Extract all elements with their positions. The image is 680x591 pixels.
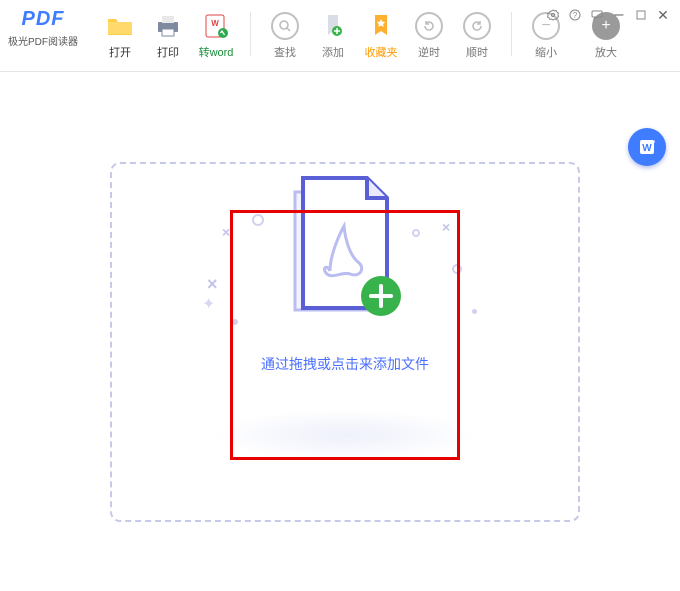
add-label: 添加	[322, 44, 344, 60]
cw-label: 顺时	[466, 44, 488, 60]
toword-label: 转word	[199, 44, 234, 60]
find-button[interactable]: 查找	[261, 8, 309, 62]
search-icon	[269, 10, 301, 42]
logo-text: PDF	[22, 8, 65, 31]
folder-icon	[104, 10, 136, 42]
zoomin-label: 放大	[595, 44, 617, 60]
x-decoration: ×	[207, 274, 218, 295]
word-convert-icon: W	[637, 137, 657, 157]
main-canvas: W × × × ✦ 通过拖拽或点击来添加文件	[0, 72, 680, 591]
print-button[interactable]: 打印	[144, 8, 192, 62]
dot-decoration	[472, 309, 477, 314]
highlight-annotation	[230, 210, 460, 460]
convert-word-float-button[interactable]: W	[628, 128, 666, 166]
toword-button[interactable]: W 转word	[192, 8, 240, 62]
maximize-button[interactable]	[634, 8, 648, 22]
x-decoration: ×	[222, 224, 230, 240]
separator	[250, 12, 251, 56]
minimize-button[interactable]: –	[612, 8, 626, 22]
favorites-button[interactable]: 收藏夹	[357, 8, 405, 62]
svg-text:?: ?	[573, 11, 578, 20]
fav-label: 收藏夹	[365, 44, 398, 60]
app-logo: PDF 极光PDF阅读器	[8, 8, 78, 48]
close-button[interactable]: ✕	[656, 8, 670, 22]
sparkle-decoration: ✦	[202, 294, 215, 314]
bookmark-add-button[interactable]: 添加	[309, 8, 357, 62]
ccw-label: 逆时	[418, 44, 440, 60]
rotate-cw-icon	[461, 10, 493, 42]
separator	[511, 12, 512, 56]
word-icon: W	[200, 10, 232, 42]
settings-icon[interactable]	[546, 8, 560, 22]
print-label: 打印	[157, 44, 179, 60]
bookmark-add-icon	[317, 10, 349, 42]
open-button[interactable]: 打开	[96, 8, 144, 62]
printer-icon	[152, 10, 184, 42]
svg-text:W: W	[211, 19, 219, 28]
bookmark-star-icon	[365, 10, 397, 42]
rotate-ccw-button[interactable]: 逆时	[405, 8, 453, 62]
zoomout-label: 缩小	[535, 44, 557, 60]
find-label: 查找	[274, 44, 296, 60]
svg-text:W: W	[642, 143, 652, 154]
help-icon[interactable]: ?	[568, 8, 582, 22]
rotate-ccw-icon	[413, 10, 445, 42]
logo-subtitle: 极光PDF阅读器	[8, 33, 78, 48]
open-label: 打开	[109, 44, 131, 60]
feedback-icon[interactable]	[590, 8, 604, 22]
rotate-cw-button[interactable]: 顺时	[453, 8, 501, 62]
